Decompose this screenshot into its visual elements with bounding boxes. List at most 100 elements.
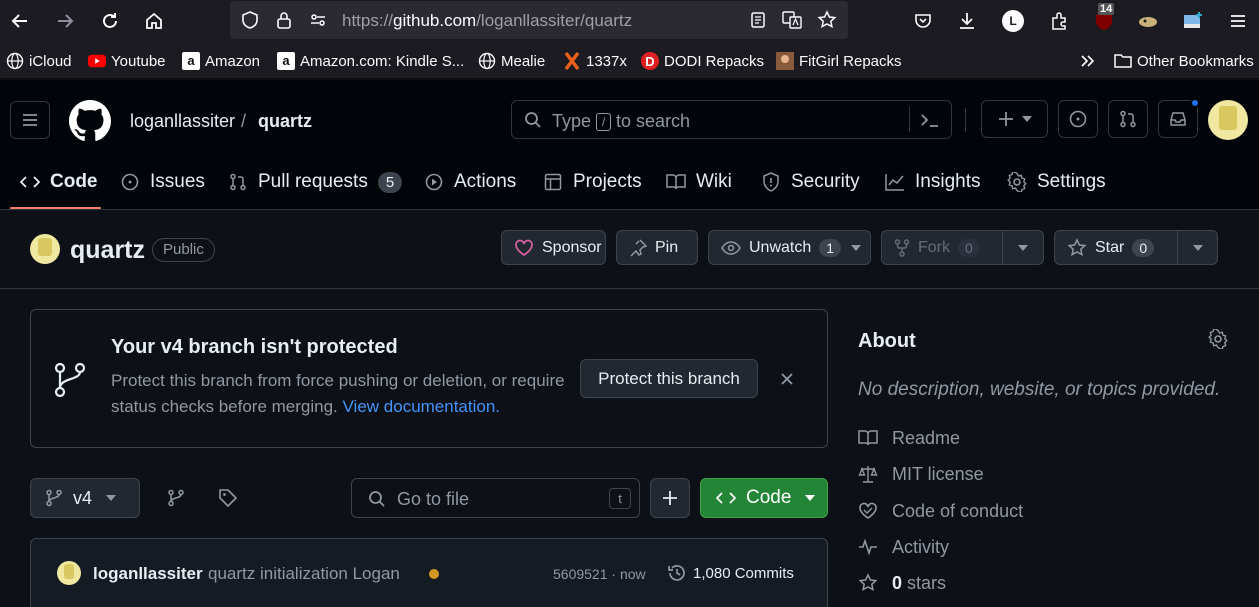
tab-label: Security	[791, 171, 860, 192]
global-search[interactable]: Type / to search	[511, 100, 952, 139]
issues-button[interactable]	[1058, 100, 1098, 138]
breadcrumb-repo[interactable]: quartz	[258, 111, 312, 132]
create-new-button[interactable]	[981, 100, 1048, 138]
tab-projects[interactable]: Projects	[543, 170, 642, 194]
commit-sha-time[interactable]: 5609521 · now	[553, 566, 646, 582]
tracking-shield-icon[interactable]	[240, 10, 260, 30]
translate-icon[interactable]	[782, 10, 802, 30]
bookmark-label: iCloud	[29, 52, 72, 70]
tab-issues[interactable]: Issues	[120, 170, 205, 194]
watch-label: Unwatch	[749, 238, 812, 256]
view-documentation-link[interactable]: View documentation.	[343, 397, 501, 416]
extension-screen-icon[interactable]	[1179, 7, 1207, 35]
about-stars-link[interactable]: 0 stars	[858, 572, 946, 594]
pull-requests-button[interactable]	[1108, 100, 1148, 138]
command-palette-icon[interactable]	[920, 111, 940, 129]
hamburger-menu-icon[interactable]	[1224, 7, 1252, 35]
bookmark-dodi[interactable]: D DODI Repacks	[641, 51, 764, 71]
commit-status-dot[interactable]	[429, 569, 439, 579]
extensions-icon[interactable]	[1045, 7, 1073, 35]
fitgirl-icon	[776, 52, 794, 70]
bookmark-amazon[interactable]: a Amazon	[182, 51, 260, 71]
branch-selector[interactable]: v4	[30, 478, 140, 518]
commits-history-link[interactable]: 1,080 Commits	[667, 563, 794, 583]
graph-icon	[885, 172, 905, 192]
plus-icon	[663, 491, 677, 505]
issue-icon	[120, 172, 140, 192]
extension-duck-icon[interactable]	[1134, 7, 1162, 35]
permissions-icon[interactable]	[308, 10, 328, 30]
repo-owner-avatar[interactable]	[30, 234, 60, 264]
bookmark-fitgirl[interactable]: FitGirl Repacks	[776, 51, 902, 71]
star-dropdown-button[interactable]	[1177, 230, 1218, 265]
tab-settings[interactable]: Settings	[1007, 170, 1106, 194]
bookmark-icloud[interactable]: iCloud	[6, 51, 72, 71]
address-bar[interactable]: https://github.com/loganllassiter/quartz	[230, 1, 848, 39]
play-icon	[424, 172, 444, 192]
downloads-icon[interactable]	[953, 7, 981, 35]
fork-dropdown-button[interactable]	[1002, 230, 1044, 265]
tab-wiki[interactable]: Wiki	[666, 170, 732, 194]
close-icon[interactable]	[776, 368, 798, 390]
notification-dot	[1190, 98, 1200, 108]
tab-insights[interactable]: Insights	[885, 170, 980, 194]
user-avatar[interactable]	[1208, 100, 1248, 140]
watch-count: 1	[819, 238, 842, 257]
chevron-down-icon	[805, 495, 816, 501]
tab-security[interactable]: Security	[761, 170, 860, 194]
github-logo[interactable]	[69, 100, 111, 142]
home-icon	[146, 12, 162, 29]
inbox-icon	[1170, 112, 1186, 126]
gear-icon[interactable]	[1207, 328, 1229, 350]
profile-avatar[interactable]: L	[999, 7, 1027, 35]
home-button[interactable]	[140, 7, 168, 35]
protect-branch-button[interactable]: Protect this branch	[580, 359, 758, 398]
ublock-icon[interactable]: 14	[1090, 3, 1118, 35]
sponsor-button[interactable]: Sponsor	[501, 230, 606, 265]
about-readme-link[interactable]: Readme	[858, 427, 960, 449]
bookmark-1337x[interactable]: 1337x	[563, 51, 627, 71]
history-icon	[668, 565, 685, 581]
star-icon	[1067, 237, 1087, 258]
bookmark-youtube[interactable]: Youtube	[88, 51, 166, 71]
lock-icon[interactable]	[274, 10, 294, 30]
commit-author-avatar[interactable]	[57, 561, 81, 585]
code-dropdown-button[interactable]: Code	[700, 478, 828, 518]
back-button[interactable]	[6, 7, 34, 35]
tab-pull-requests[interactable]: Pull requests 5	[228, 170, 403, 194]
tab-code[interactable]: Code	[20, 170, 98, 194]
go-to-file-placeholder: Go to file	[397, 489, 470, 509]
tab-actions[interactable]: Actions	[424, 170, 516, 194]
pocket-icon[interactable]	[909, 7, 937, 35]
bookmark-kindle[interactable]: a Amazon.com: Kindle S...	[277, 51, 464, 71]
bookmark-star-icon[interactable]	[817, 10, 837, 30]
bookmark-mealie[interactable]: Mealie	[478, 51, 545, 71]
watch-button[interactable]: Unwatch 1	[708, 230, 871, 265]
commit-author[interactable]: loganllassiter	[93, 564, 203, 584]
about-activity-link[interactable]: Activity	[858, 536, 949, 558]
arrow-right-icon	[58, 14, 74, 28]
nav-menu-button[interactable]	[10, 101, 50, 139]
forward-button[interactable]	[51, 7, 79, 35]
repo-name[interactable]: quartz	[70, 236, 145, 265]
breadcrumb-owner[interactable]: loganllassiter	[130, 111, 235, 132]
about-conduct-link[interactable]: Code of conduct	[858, 500, 1023, 522]
tags-link[interactable]	[216, 486, 240, 510]
book-icon	[666, 172, 686, 192]
arrow-left-icon	[11, 14, 27, 28]
bookmarks-overflow-button[interactable]	[1079, 51, 1097, 71]
commit-message[interactable]: quartz initialization Logan	[208, 564, 400, 584]
other-bookmarks[interactable]: Other Bookmarks	[1114, 51, 1254, 71]
pin-button[interactable]: Pin	[616, 230, 698, 265]
about-license-link[interactable]: MIT license	[858, 463, 984, 485]
go-to-file-input[interactable]: Go to file t	[351, 478, 640, 518]
branches-link[interactable]	[164, 486, 188, 510]
star-button[interactable]: Star 0	[1054, 230, 1178, 265]
add-file-button[interactable]	[650, 478, 690, 518]
youtube-icon	[88, 52, 106, 70]
reader-view-icon[interactable]	[748, 10, 768, 30]
fork-button[interactable]: Fork 0	[881, 230, 1003, 265]
inbox-button[interactable]	[1158, 98, 1200, 138]
reload-button[interactable]	[96, 7, 124, 35]
breadcrumb-separator: /	[241, 111, 247, 131]
